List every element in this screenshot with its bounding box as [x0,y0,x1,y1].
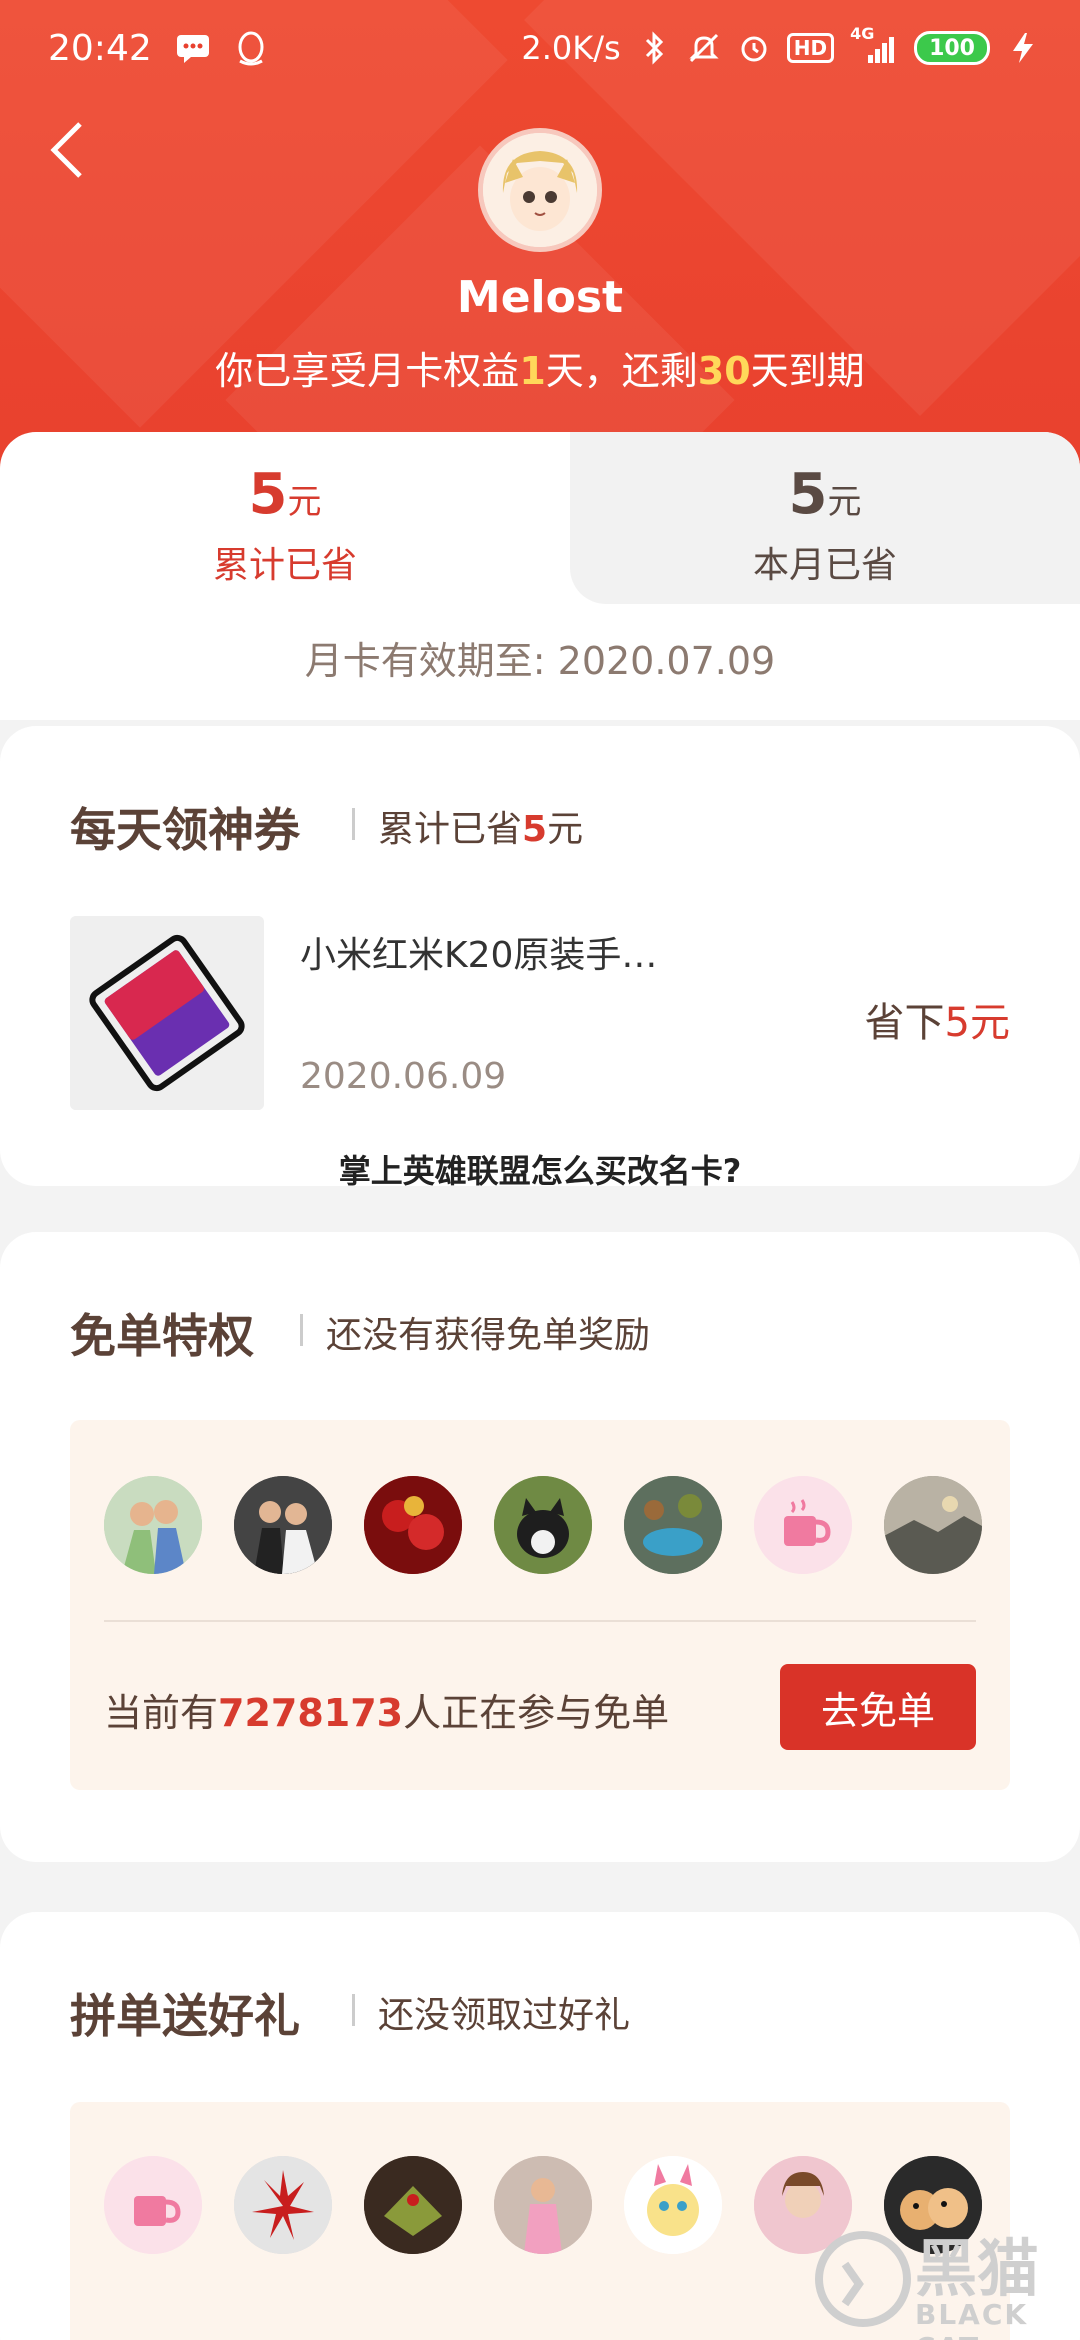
go-free-order-button[interactable]: 去免单 [780,1664,976,1750]
month-saved-amount: 5元 [570,462,1080,527]
saved-unit: 元 [970,1000,1010,1046]
tab-month-saved[interactable]: 5元 本月已省 [570,432,1080,604]
title-divider [352,1994,355,2026]
battery-level: 100 [929,35,975,61]
total-saved-label: 累计已省 [212,545,357,586]
savings-card: 5元 本月已省 5元 累计已省 月卡有效期至: 2020.07.09 [0,432,1080,720]
charging-icon [1006,28,1040,68]
count-value: 7278173 [218,1691,404,1735]
month-amount-value: 5 [788,462,828,527]
overlay-caption: 掌上英雄联盟怎么买改名卡? [338,1152,742,1190]
watermark-en: BLACK CAT [915,2298,1029,2340]
title-divider [352,808,355,840]
total-amount-value: 5 [248,462,288,527]
daily-coupon-subtitle: 累计已省5元 [378,800,583,852]
benefit-days-used: 1 [519,349,546,393]
coupon-sub-amount: 5 [522,809,548,850]
participant-count: 当前有7278173人正在参与免单 [104,1682,669,1737]
product-image[interactable] [70,916,264,1110]
gift-avatar[interactable] [104,2156,202,2254]
user-avatar[interactable] [478,128,602,252]
gift-avatar[interactable] [234,2156,332,2254]
free-order-panel: 当前有7278173人正在参与免单 去免单 [70,1420,1010,1790]
month-saved-label: 本月已省 [752,545,897,586]
group-gift-title: 拼单送好礼 [70,1989,300,2043]
daily-coupon-title: 每天领神券 [70,803,300,857]
benefit-prefix: 你已享受月卡权益 [215,349,520,393]
network-speed: 2.0K/s [521,29,621,67]
watermark-cn: 黑猫 [915,2232,1040,2305]
qq-penguin-icon [234,29,268,69]
free-order-title: 免单特权 [70,1309,254,1363]
count-prefix: 当前有 [104,1691,219,1735]
saved-prefix: 省下 [864,1000,945,1046]
alarm-icon [737,28,771,68]
status-bar: 20:42 2.0K/s HD 4G 100 [0,0,1080,100]
battery-indicator: 100 [914,31,990,65]
coupon-sub-unit: 元 [547,809,584,850]
gift-avatar[interactable] [364,2156,462,2254]
saved-amount: 5 [944,1000,970,1046]
card-expiry: 月卡有效期至: 2020.07.09 [304,639,776,683]
mute-bell-icon [687,28,721,68]
participant-avatars [104,1476,982,1574]
title-divider [300,1314,303,1346]
group-gift-subtitle: 还没领取过好礼 [378,1995,631,2036]
participant-avatar[interactable] [234,1476,332,1574]
benefit-mid: 天，还剩 [545,349,698,393]
panel-divider [104,1620,976,1622]
message-icon [176,29,210,69]
signal-icon: 4G [850,24,898,68]
participant-avatar[interactable] [624,1476,722,1574]
tab-total-saved[interactable]: 5元 累计已省 [0,432,570,604]
username: Melost [456,272,624,323]
benefit-days-left: 30 [697,349,751,393]
product-date: 2020.06.09 [300,1056,507,1097]
product-name[interactable]: 小米红米K20原装手… [300,926,657,978]
participant-avatar[interactable] [884,1476,982,1574]
watermark-logo: 黑猫 BLACK CAT [815,2218,1065,2340]
month-amount-unit: 元 [827,482,862,522]
total-saved-amount: 5元 [0,462,570,527]
product-saved: 省下5元 [865,990,1010,1048]
count-suffix: 人正在参与免单 [403,1691,670,1735]
benefit-status: 你已享受月卡权益1天，还剩30天到期 [0,340,1080,395]
free-order-subtitle: 还没有获得免单奖励 [326,1315,651,1356]
participant-avatar[interactable] [364,1476,462,1574]
hd-badge: HD [786,33,835,63]
gift-avatar[interactable] [494,2156,592,2254]
participant-avatar[interactable] [754,1476,852,1574]
gift-avatar[interactable] [624,2156,722,2254]
status-time: 20:42 [48,28,152,69]
bluetooth-icon [637,28,671,68]
benefit-suffix: 天到期 [750,349,865,393]
coupon-sub-prefix: 累计已省 [378,809,523,850]
participant-avatar[interactable] [494,1476,592,1574]
total-amount-unit: 元 [287,482,322,522]
network-type: 4G [850,24,875,43]
back-arrow-icon[interactable] [44,120,94,180]
participant-avatar[interactable] [104,1476,202,1574]
